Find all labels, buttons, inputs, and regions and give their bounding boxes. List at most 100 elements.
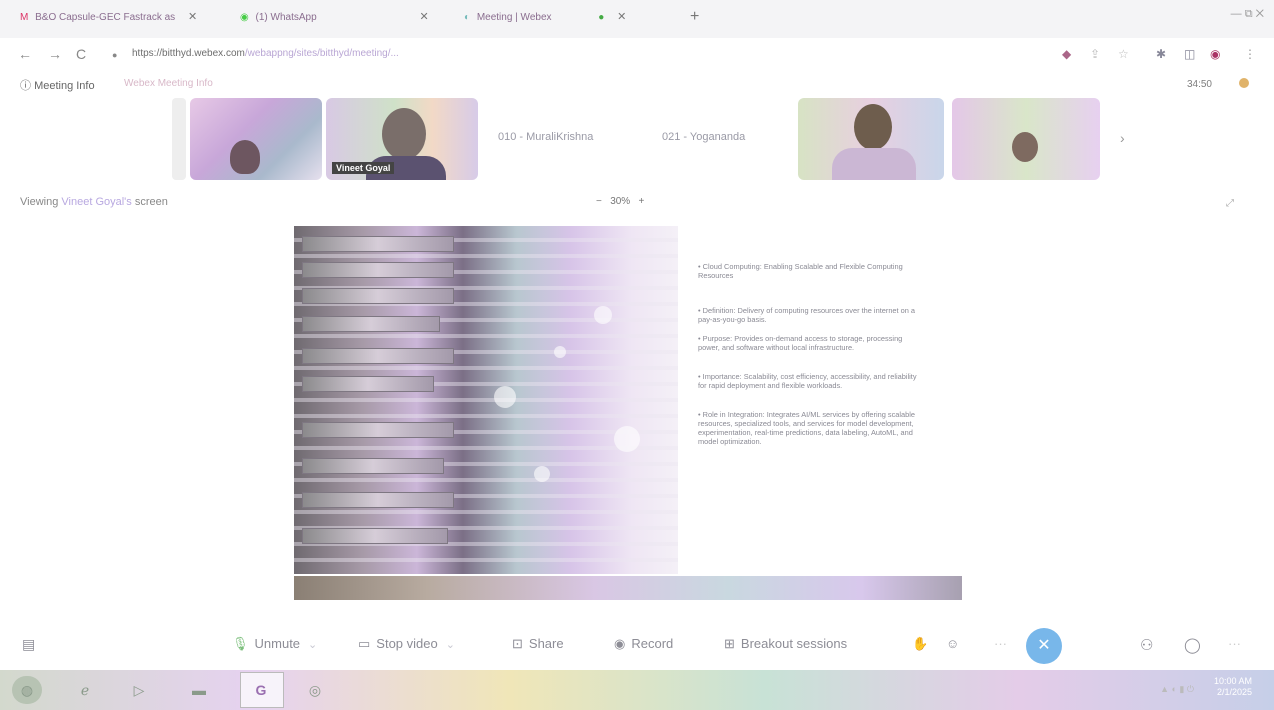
next-participants-icon[interactable]: › bbox=[1120, 130, 1125, 146]
back-button[interactable]: ← bbox=[18, 46, 32, 62]
url-path: /webappng/sites/bitthyd/meeting/... bbox=[244, 48, 399, 59]
participant-video-tile-active[interactable]: Vineet Goyal bbox=[326, 98, 478, 180]
reactions-icon[interactable]: ☺ bbox=[946, 636, 959, 651]
light-bokeh bbox=[554, 346, 566, 358]
whatsapp-icon: ◉ bbox=[240, 12, 249, 23]
extensions-puzzle-icon[interactable]: ✱ bbox=[1156, 47, 1166, 61]
leave-meeting-button[interactable]: ✕ bbox=[1026, 628, 1062, 664]
shared-screen: • Cloud Computing: Enabling Scalable and… bbox=[294, 226, 962, 600]
share-label: Share bbox=[528, 636, 564, 651]
zoom-out-button[interactable]: − bbox=[596, 196, 602, 207]
ie-icon[interactable]: ℯ bbox=[70, 676, 100, 704]
more-panels-icon[interactable]: ··· bbox=[1228, 636, 1241, 651]
start-button-icon[interactable]: ◍ bbox=[12, 676, 42, 704]
mail-icon: M bbox=[20, 12, 29, 23]
rack-unit bbox=[302, 236, 454, 252]
rack-unit bbox=[302, 422, 454, 438]
chat-panel-icon[interactable]: ▤ bbox=[22, 636, 35, 653]
breakout-label: Breakout sessions bbox=[740, 636, 848, 651]
light-bokeh bbox=[614, 426, 640, 452]
profile-avatar-icon[interactable]: ◉ bbox=[1210, 47, 1220, 61]
site-info-icon[interactable]: ● bbox=[112, 50, 117, 60]
browser-tab-mail[interactable]: M B&O Capsule-GEC Fastrack as ✕ bbox=[20, 10, 197, 23]
sidebar-icon[interactable]: ◫ bbox=[1184, 47, 1195, 61]
connection-status-icon bbox=[1239, 78, 1249, 88]
share-button[interactable]: ⊡ Share bbox=[512, 636, 564, 652]
new-tab-button[interactable]: + bbox=[690, 8, 699, 26]
chrome-icon[interactable]: G bbox=[246, 676, 276, 704]
browser-tab-whatsapp[interactable]: ◉ (1) WhatsApp ✕ bbox=[240, 10, 429, 23]
chat-icon[interactable]: ◯ bbox=[1184, 636, 1201, 654]
url-field[interactable]: https://bitthyd.webex.com/webappng/sites… bbox=[132, 48, 399, 59]
rack-unit bbox=[302, 458, 444, 474]
app-icon[interactable]: ◎ bbox=[300, 676, 330, 704]
meeting-header: ⓘ Meeting Info Webex Meeting Info 34:50 bbox=[0, 72, 1274, 98]
webex-icon: ◐ bbox=[464, 12, 471, 23]
bookmark-star-icon[interactable]: ☆ bbox=[1118, 47, 1129, 61]
participant-video-tile[interactable] bbox=[190, 98, 322, 180]
browser-menu-icon[interactable]: ⋮ bbox=[1244, 47, 1256, 61]
presenter-name: Vineet Goyal's bbox=[61, 196, 132, 208]
participant-strip-scroll[interactable] bbox=[172, 98, 186, 180]
video-camera-icon: ▭ bbox=[358, 636, 371, 651]
rack-unit bbox=[302, 492, 454, 508]
window-controls[interactable]: — ⧉ ✕ bbox=[1231, 8, 1264, 21]
forward-button[interactable]: → bbox=[48, 46, 62, 62]
slide-bullet: • Purpose: Provides on-demand access to … bbox=[698, 334, 903, 352]
slide-bullet: • Definition: Delivery of computing reso… bbox=[698, 306, 916, 324]
clock-date: 2/1/2025 bbox=[1216, 687, 1252, 697]
participants-icon[interactable]: ⚇ bbox=[1140, 636, 1153, 654]
participant-avatar bbox=[854, 104, 892, 150]
participant-video-tile[interactable] bbox=[952, 98, 1100, 180]
rack-unit bbox=[302, 348, 454, 364]
participant-video-tile[interactable] bbox=[798, 98, 944, 180]
clock-time: 10:00 AM bbox=[1213, 676, 1252, 686]
zoom-level: 30% bbox=[610, 196, 631, 207]
expand-view-icon[interactable]: ⤢ bbox=[1226, 198, 1234, 209]
extension-icon[interactable]: ◆ bbox=[1062, 47, 1071, 61]
folder-icon[interactable]: ▬ bbox=[184, 676, 214, 704]
participant-avatar bbox=[230, 140, 260, 174]
browser-tab-webex[interactable]: ◐ Meeting | Webex ● ✕ bbox=[464, 10, 626, 23]
audio-playing-icon[interactable]: ● bbox=[598, 12, 604, 23]
more-options-icon[interactable]: ··· bbox=[994, 636, 1007, 651]
info-icon: ⓘ bbox=[20, 80, 35, 92]
close-tab-icon[interactable]: ✕ bbox=[419, 11, 428, 23]
reload-button[interactable]: C bbox=[76, 46, 86, 62]
participant-name-tile[interactable]: 010 - MuraliKrishna bbox=[498, 131, 593, 143]
hand-raise-icon[interactable]: ✋ bbox=[912, 636, 928, 652]
slide-title: • Cloud Computing: Enabling Scalable and… bbox=[698, 262, 903, 280]
participant-avatar bbox=[1012, 132, 1038, 162]
rack-unit bbox=[302, 288, 454, 304]
unmute-label: Unmute bbox=[254, 636, 301, 651]
system-tray-icons[interactable]: ▲ ◐ ▮ ⏻ bbox=[1160, 684, 1194, 695]
unmute-button[interactable]: 🎙 Unmute ⌄ bbox=[232, 636, 317, 652]
close-tab-icon[interactable]: ✕ bbox=[617, 11, 626, 23]
breakout-icon: ⊞ bbox=[724, 636, 735, 651]
slide-bullet: • Role in Integration: Integrates AI/ML … bbox=[698, 410, 916, 446]
taskbar-clock[interactable]: 10:00 AM 2/1/2025 bbox=[1214, 676, 1252, 698]
share-page-icon[interactable]: ⇪ bbox=[1090, 47, 1100, 61]
chevron-down-icon[interactable]: ⌄ bbox=[308, 639, 317, 651]
record-label: Record bbox=[631, 636, 674, 651]
zoom-control: − 30% + bbox=[596, 196, 644, 207]
participant-avatar bbox=[382, 108, 426, 160]
participant-name-label: Vineet Goyal bbox=[332, 162, 395, 174]
slide-footer-band bbox=[294, 576, 962, 600]
close-tab-icon[interactable]: ✕ bbox=[188, 11, 197, 23]
browser-tab-title: Meeting | Webex bbox=[476, 12, 552, 23]
record-button[interactable]: ◉ Record bbox=[614, 636, 673, 652]
rack-unit bbox=[302, 528, 448, 544]
viewing-suffix: screen bbox=[134, 196, 168, 208]
light-bokeh bbox=[534, 466, 550, 482]
slide-bullet: • Importance: Scalability, cost efficien… bbox=[698, 372, 917, 390]
stop-video-button[interactable]: ▭ Stop video ⌄ bbox=[358, 636, 455, 652]
media-player-icon[interactable]: ▷ bbox=[124, 676, 154, 704]
chevron-down-icon[interactable]: ⌄ bbox=[446, 639, 455, 651]
participant-name-tile[interactable]: 021 - Yogananda bbox=[662, 131, 745, 143]
zoom-in-button[interactable]: + bbox=[639, 196, 645, 207]
participant-shoulders bbox=[832, 148, 916, 180]
meeting-info-button[interactable]: ⓘ Meeting Info bbox=[20, 77, 95, 93]
breakout-sessions-button[interactable]: ⊞ Breakout sessions bbox=[724, 636, 847, 652]
share-screen-icon: ⊡ bbox=[512, 636, 523, 651]
